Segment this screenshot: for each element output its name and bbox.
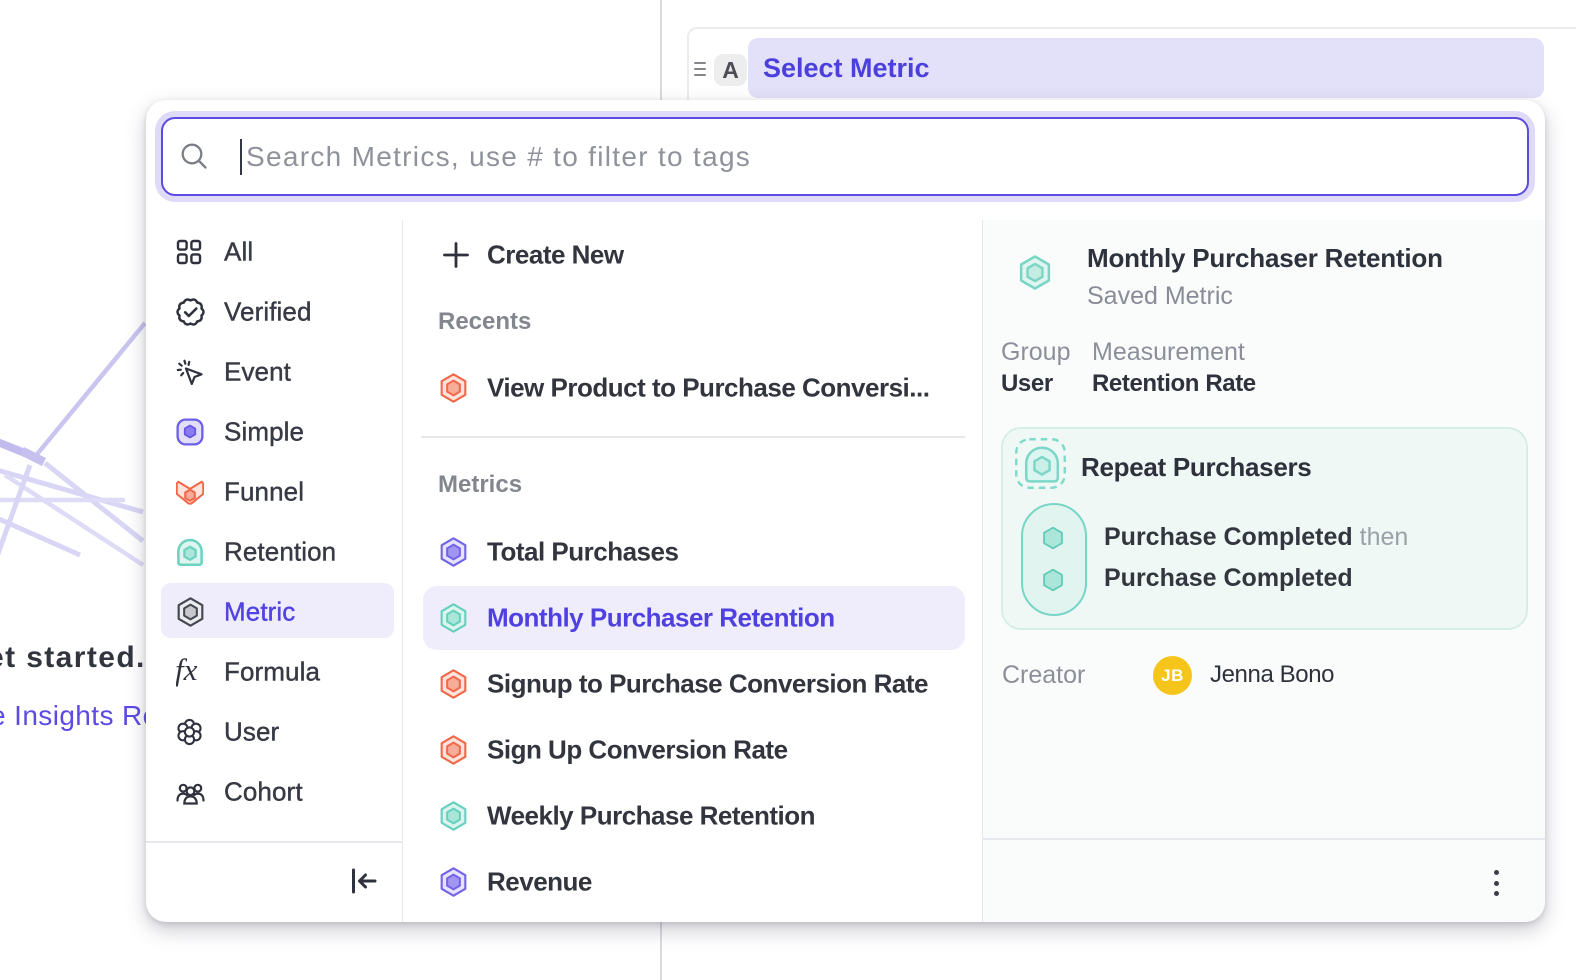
svg-text:fx: fx [176,657,198,687]
